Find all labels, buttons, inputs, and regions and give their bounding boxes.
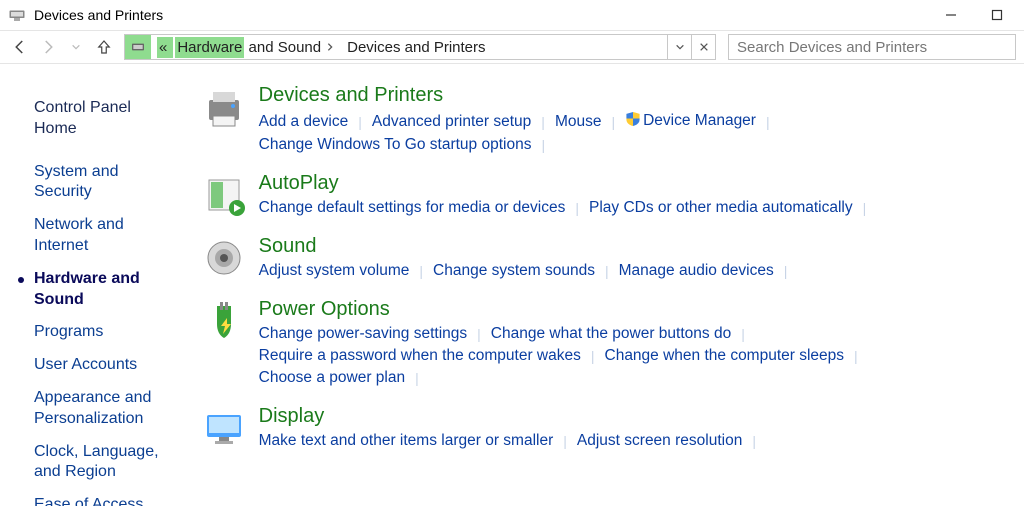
battery-icon [203, 300, 245, 342]
category-title[interactable]: Devices and Printers [259, 84, 1012, 107]
task-link[interactable]: Play CDs or other media automatically [589, 199, 853, 217]
sidebar-item[interactable]: Programs [34, 316, 177, 349]
search-box[interactable] [728, 34, 1016, 60]
task-link[interactable]: Add a device [259, 113, 349, 131]
address-bar[interactable]: « Hardware and Sound Devices and Printer… [124, 34, 716, 60]
control-panel-home-link[interactable]: Control Panel Home [34, 92, 177, 146]
separator: | [354, 114, 366, 130]
location-icon [125, 35, 151, 59]
back-button[interactable] [8, 35, 32, 59]
breadcrumb-parent[interactable]: Hardware and Sound [175, 35, 323, 59]
separator: | [859, 200, 871, 216]
separator: | [850, 348, 862, 364]
autoplay-icon [203, 174, 245, 216]
separator: | [415, 263, 427, 279]
separator: | [601, 263, 613, 279]
breadcrumb-overflow[interactable]: « [151, 35, 175, 59]
forward-button[interactable] [36, 35, 60, 59]
separator: | [571, 200, 583, 216]
category-title[interactable]: Power Options [259, 298, 1012, 321]
task-link[interactable]: Manage audio devices [619, 262, 774, 280]
category: Display Make text and other items larger … [189, 405, 1012, 450]
category: AutoPlay Change default settings for medi… [189, 172, 1012, 217]
task-link[interactable]: Change when the computer sleeps [605, 347, 845, 365]
category: Devices and Printers Add a device | Advance… [189, 84, 1012, 154]
address-dropdown[interactable] [667, 35, 691, 59]
sidebar-item[interactable]: System and Security [34, 156, 177, 210]
recent-dropdown[interactable] [64, 35, 88, 59]
chevron-right-icon[interactable] [323, 39, 337, 56]
shield-icon [625, 111, 641, 132]
sidebar-item[interactable]: Appearance and Personalization [34, 382, 177, 436]
separator: | [537, 114, 549, 130]
separator: | [780, 263, 792, 279]
task-link[interactable]: Advanced printer setup [372, 113, 531, 131]
separator: | [411, 370, 423, 386]
speaker-icon [203, 237, 245, 279]
separator: | [473, 326, 485, 342]
up-button[interactable] [92, 35, 116, 59]
sidebar-item[interactable]: Ease of Access [34, 489, 177, 506]
separator: | [737, 326, 749, 342]
minimize-button[interactable] [928, 0, 974, 30]
sidebar-item[interactable]: User Accounts [34, 349, 177, 382]
task-link[interactable]: Change default settings for media or dev… [259, 199, 566, 217]
sidebar: Control Panel Home System and SecurityNe… [0, 64, 189, 506]
task-link[interactable]: Device Manager [625, 111, 756, 132]
search-input[interactable] [735, 38, 1009, 57]
maximize-button[interactable] [974, 0, 1020, 30]
task-link[interactable]: Change what the power buttons do [491, 325, 731, 343]
separator: | [587, 348, 599, 364]
task-link[interactable]: Choose a power plan [259, 369, 406, 387]
task-link[interactable]: Mouse [555, 113, 602, 131]
task-link[interactable]: Require a password when the computer wak… [259, 347, 581, 365]
task-link[interactable]: Adjust screen resolution [577, 432, 742, 450]
printer-icon [203, 86, 245, 128]
separator: | [537, 137, 549, 153]
navigation-bar: « Hardware and Sound Devices and Printer… [0, 30, 1024, 64]
category: Sound Adjust system volume | Change system … [189, 235, 1012, 280]
breadcrumb-current[interactable]: Devices and Printers [337, 35, 493, 59]
title-bar: Devices and Printers [0, 0, 1024, 30]
sidebar-item[interactable]: Hardware and Sound [34, 263, 177, 317]
separator: | [762, 114, 774, 130]
task-link[interactable]: Adjust system volume [259, 262, 410, 280]
category: Power Options Change power-saving setting… [189, 298, 1012, 387]
separator: | [559, 433, 571, 449]
sidebar-item[interactable]: Clock, Language, and Region [34, 436, 177, 490]
task-link[interactable]: Change system sounds [433, 262, 595, 280]
task-link[interactable]: Change power-saving settings [259, 325, 468, 343]
separator: | [748, 433, 760, 449]
monitor-icon [203, 407, 245, 449]
category-title[interactable]: Sound [259, 235, 1012, 258]
task-link[interactable]: Make text and other items larger or smal… [259, 432, 554, 450]
window-title: Devices and Printers [34, 7, 163, 23]
category-title[interactable]: Display [259, 405, 1012, 428]
sidebar-item[interactable]: Network and Internet [34, 209, 177, 263]
content-area: Devices and Printers Add a device | Advance… [189, 64, 1024, 506]
category-title[interactable]: AutoPlay [259, 172, 1012, 195]
task-link[interactable]: Change Windows To Go startup options [259, 136, 532, 154]
app-icon [8, 6, 26, 24]
address-clear[interactable] [691, 35, 715, 59]
separator: | [607, 114, 619, 130]
